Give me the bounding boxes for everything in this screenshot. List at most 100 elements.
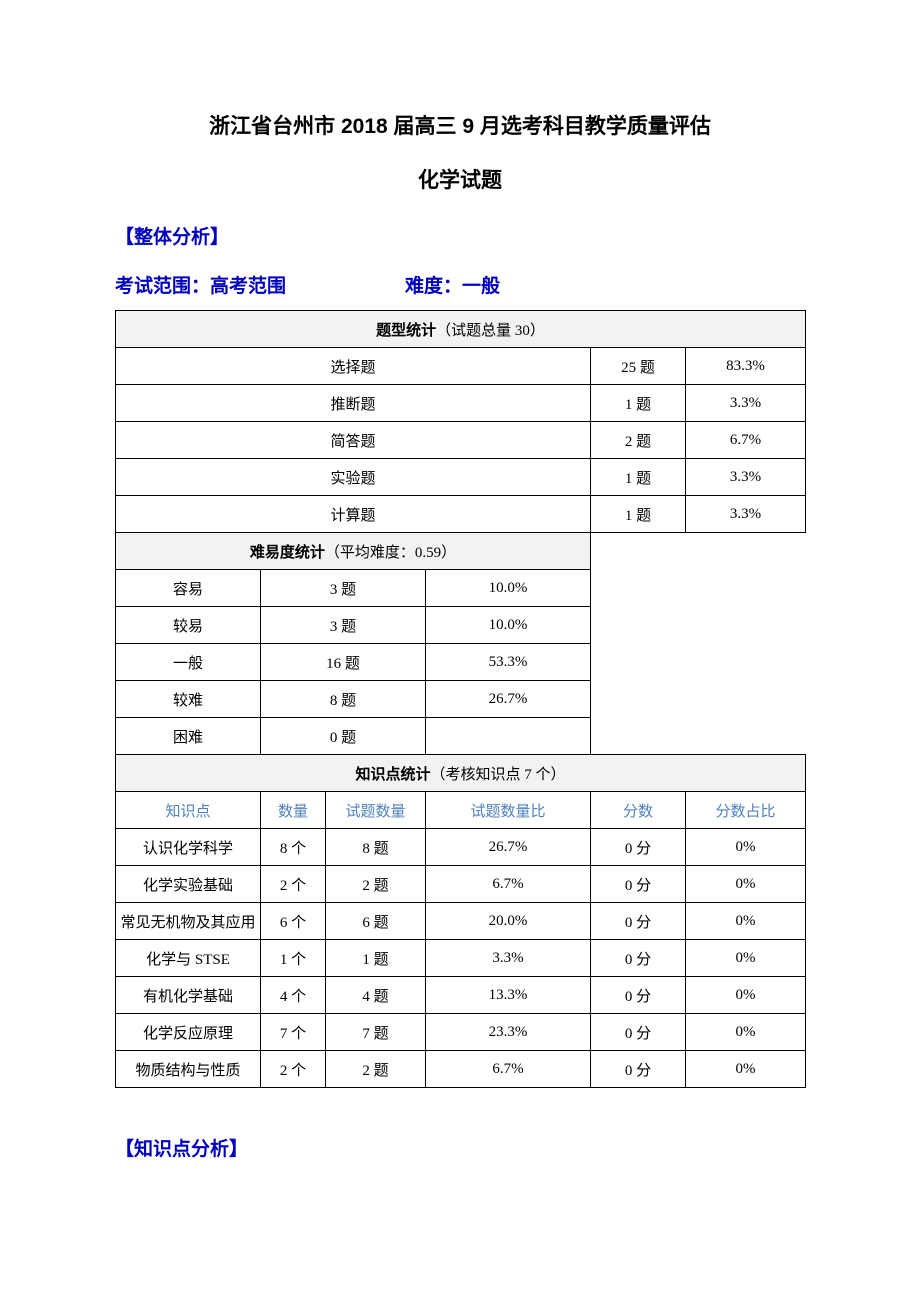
type-count: 1 题 [591,496,686,533]
diff-name: 一般 [116,644,261,681]
kp-qcount: 6 题 [326,903,426,940]
knowledge-col-header-row: 知识点 数量 试题数量 试题数量比 分数 分数占比 [116,792,806,829]
type-pct: 83.3% [686,348,806,385]
type-stats-sub: （试题总量 30） [436,323,545,339]
diff-pct: 26.7% [426,681,591,718]
table-row: 计算题 1 题 3.3% [116,496,806,533]
table-row: 化学实验基础 2 个 2 题 6.7% 0 分 0% [116,866,806,903]
diff-count: 3 题 [261,607,426,644]
kp-name: 化学反应原理 [116,1014,261,1051]
diff-name: 容易 [116,570,261,607]
kp-qratio: 6.7% [426,1051,591,1088]
kp-qcount: 2 题 [326,1051,426,1088]
kp-score: 0 分 [591,903,686,940]
type-pct: 6.7% [686,422,806,459]
kp-scoreratio: 0% [686,866,806,903]
col-header: 分数 [591,792,686,829]
kp-count: 8 个 [261,829,326,866]
kp-name: 常见无机物及其应用 [116,903,261,940]
kp-count: 7 个 [261,1014,326,1051]
kp-scoreratio: 0% [686,1014,806,1051]
table-row: 推断题 1 题 3.3% [116,385,806,422]
col-header: 知识点 [116,792,261,829]
page-title: 浙江省台州市 2018 届高三 9 月选考科目教学质量评估 [115,110,805,140]
diff-name: 困难 [116,718,261,755]
diff-count: 16 题 [261,644,426,681]
type-name: 计算题 [116,496,591,533]
kp-scoreratio: 0% [686,977,806,1014]
table-row: 化学反应原理 7 个 7 题 23.3% 0 分 0% [116,1014,806,1051]
scope-value: 高考范围 [210,276,286,297]
difficulty-value: 一般 [462,276,500,297]
type-name: 简答题 [116,422,591,459]
kp-qratio: 20.0% [426,903,591,940]
type-stats-header-row: 题型统计（试题总量 30） [116,311,806,348]
kp-qcount: 1 题 [326,940,426,977]
table-row: 认识化学科学 8 个 8 题 26.7% 0 分 0% [116,829,806,866]
diff-pct: 53.3% [426,644,591,681]
stats-table: 题型统计（试题总量 30） 选择题 25 题 83.3% 推断题 1 题 3.3… [115,310,806,1088]
difficulty-stats-sub: （平均难度：0.59） [325,545,456,561]
kp-score: 0 分 [591,1014,686,1051]
kp-name: 认识化学科学 [116,829,261,866]
kp-score: 0 分 [591,977,686,1014]
kp-name: 化学实验基础 [116,866,261,903]
kp-qratio: 6.7% [426,866,591,903]
type-stats-title: 题型统计 [376,322,436,339]
difficulty-stats-title: 难易度统计 [250,544,325,561]
kp-qcount: 8 题 [326,829,426,866]
kp-scoreratio: 0% [686,1051,806,1088]
kp-count: 6 个 [261,903,326,940]
kp-name: 物质结构与性质 [116,1051,261,1088]
kp-score: 0 分 [591,866,686,903]
section-overall-analysis: 【整体分析】 [115,222,805,249]
type-pct: 3.3% [686,459,806,496]
col-header: 试题数量 [326,792,426,829]
type-name: 实验题 [116,459,591,496]
type-pct: 3.3% [686,496,806,533]
diff-name: 较易 [116,607,261,644]
kp-qratio: 13.3% [426,977,591,1014]
kp-count: 1 个 [261,940,326,977]
type-count: 1 题 [591,385,686,422]
diff-name: 较难 [116,681,261,718]
kp-qcount: 4 题 [326,977,426,1014]
type-count: 1 题 [591,459,686,496]
diff-count: 8 题 [261,681,426,718]
diff-count: 0 题 [261,718,426,755]
knowledge-stats-title: 知识点统计 [356,766,431,783]
kp-qratio: 23.3% [426,1014,591,1051]
col-header: 分数占比 [686,792,806,829]
type-count: 2 题 [591,422,686,459]
kp-name: 化学与 STSE [116,940,261,977]
table-row: 有机化学基础 4 个 4 题 13.3% 0 分 0% [116,977,806,1014]
col-header: 数量 [261,792,326,829]
type-name: 选择题 [116,348,591,385]
table-row: 常见无机物及其应用 6 个 6 题 20.0% 0 分 0% [116,903,806,940]
kp-scoreratio: 0% [686,829,806,866]
table-row: 实验题 1 题 3.3% [116,459,806,496]
knowledge-stats-sub: （考核知识点 7 个） [431,767,566,783]
kp-qcount: 7 题 [326,1014,426,1051]
diff-pct [426,718,591,755]
kp-name: 有机化学基础 [116,977,261,1014]
kp-score: 0 分 [591,940,686,977]
table-row: 简答题 2 题 6.7% [116,422,806,459]
col-header: 试题数量比 [426,792,591,829]
kp-qratio: 3.3% [426,940,591,977]
scope-label: 考试范围： [115,276,210,297]
scope-line: 考试范围：高考范围 难度：一般 [115,271,805,298]
difficulty-stats-header-row: 难易度统计（平均难度：0.59） [116,533,806,570]
kp-score: 0 分 [591,1051,686,1088]
document-page: 浙江省台州市 2018 届高三 9 月选考科目教学质量评估 化学试题 【整体分析… [0,0,920,1243]
kp-count: 2 个 [261,1051,326,1088]
difficulty-label: 难度： [405,276,462,297]
page-subtitle: 化学试题 [115,164,805,194]
kp-count: 4 个 [261,977,326,1014]
kp-qcount: 2 题 [326,866,426,903]
kp-scoreratio: 0% [686,940,806,977]
diff-count: 3 题 [261,570,426,607]
kp-count: 2 个 [261,866,326,903]
type-name: 推断题 [116,385,591,422]
table-row: 选择题 25 题 83.3% [116,348,806,385]
